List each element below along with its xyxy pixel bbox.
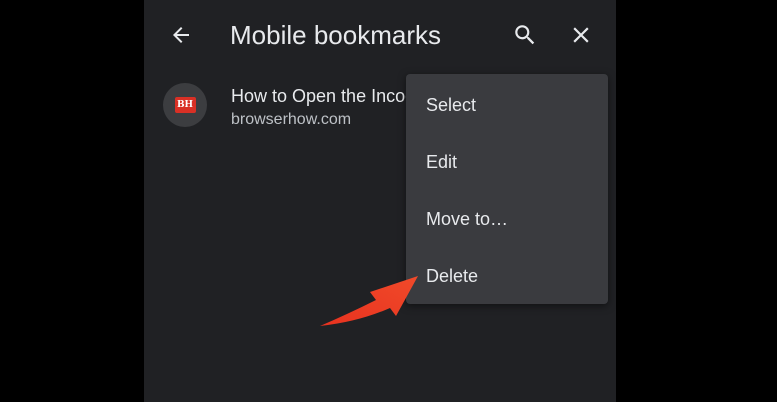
menu-item-label: Edit — [426, 152, 458, 172]
menu-item-delete[interactable]: Delete — [406, 247, 608, 304]
search-icon — [515, 25, 535, 45]
annotation-arrow-icon — [320, 276, 418, 326]
favicon-container: BH — [163, 83, 207, 127]
site-favicon: BH — [174, 97, 196, 113]
back-button[interactable] — [159, 13, 203, 57]
menu-item-edit[interactable]: Edit — [406, 133, 608, 190]
menu-item-label: Move to… — [426, 209, 509, 229]
arrow-back-icon — [173, 27, 189, 43]
menu-item-select[interactable]: Select — [406, 76, 608, 133]
menu-item-label: Select — [426, 95, 477, 115]
stage: Mobile bookmarks BH How to Open the Inco… — [0, 0, 777, 402]
bookmarks-screen: Mobile bookmarks BH How to Open the Inco… — [144, 0, 616, 402]
context-menu: Select Edit Move to… Delete — [406, 74, 608, 304]
toolbar: Mobile bookmarks — [144, 0, 616, 70]
close-button[interactable] — [559, 13, 603, 57]
bookmark-url: browserhow.com — [231, 111, 352, 128]
menu-item-move-to[interactable]: Move to… — [406, 190, 608, 247]
search-button[interactable] — [503, 13, 547, 57]
menu-item-label: Delete — [426, 266, 479, 286]
page-title: Mobile bookmarks — [230, 20, 441, 50]
close-icon — [573, 27, 589, 43]
